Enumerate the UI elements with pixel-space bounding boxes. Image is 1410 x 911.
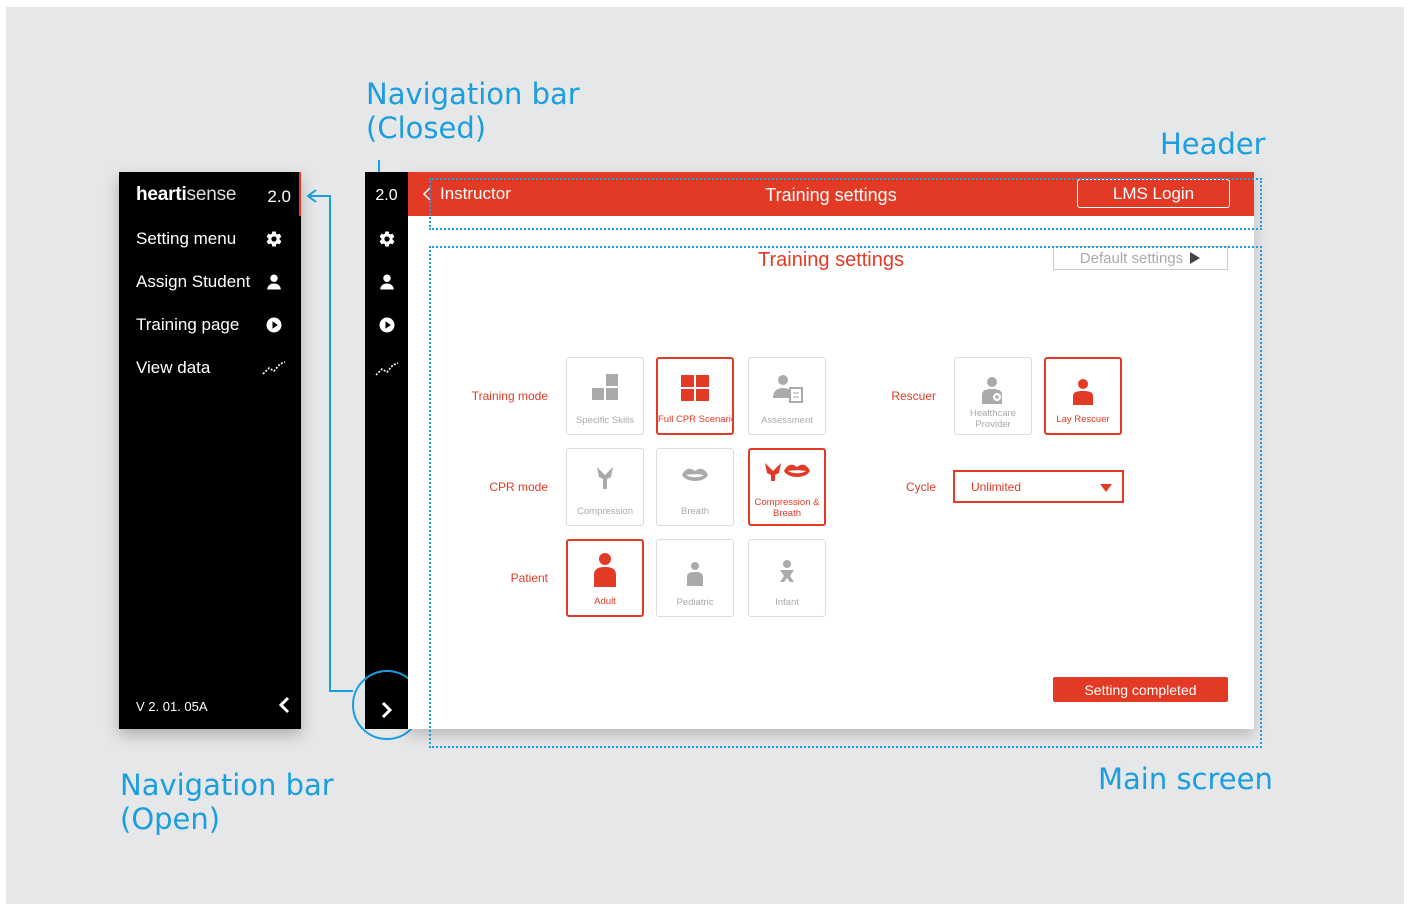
nav-item-assign-student[interactable]: Assign Student [136,262,296,302]
brand-logo-bold: hearti [136,184,187,205]
callout-nav-closed-line2: (Closed) [366,111,487,145]
connector-vertical [329,195,331,692]
brand-logo: heartisense [136,184,236,206]
trend-icon[interactable] [365,361,408,377]
nav-closed-version: 2.0 [375,187,398,204]
nav-bar-closed: 2.0 [365,172,408,729]
nav-item-training-page[interactable]: Training page [136,305,296,345]
user-icon[interactable] [365,273,408,291]
callout-nav-closed-line1: Navigation bar [366,77,580,111]
nav-item-setting-menu[interactable]: Setting menu [136,219,296,259]
callout-header: Header [1160,127,1266,161]
header-annotation-box [429,178,1262,230]
connector-bottom [329,690,353,692]
callout-nav-open-line2: (Open) [120,802,221,836]
nav-item-label: Assign Student [136,272,251,291]
nav-item-label: View data [136,358,211,377]
collapse-chevron-icon[interactable] [277,696,291,717]
arrow-head-icon [306,189,317,203]
nav-footer: V 2. 01. 05A [136,696,291,717]
nav-item-label: Setting menu [136,229,237,248]
active-edge-marker [299,172,301,216]
nav-bar-open: heartisense 2.0 Setting menu Assign Stud… [119,172,301,729]
nav-brand-row: heartisense 2.0 [119,172,301,216]
callout-nav-open-line1: Navigation bar [120,768,334,802]
nav-version-full: V 2. 01. 05A [136,699,208,714]
callout-main-screen: Main screen [1098,762,1273,796]
callout-nav-open: Navigation bar (Open) [120,768,334,836]
nav-version-short: 2.0 [267,187,291,206]
user-icon [262,273,286,291]
play-icon [262,316,286,334]
play-icon[interactable] [365,316,408,334]
gear-icon [262,230,286,248]
nav-item-label: Training page [136,315,240,334]
main-screen-annotation-box [429,246,1262,748]
nav-item-view-data[interactable]: View data [136,348,296,388]
trend-icon [262,360,286,376]
brand-logo-light: sense [186,184,237,205]
callout-nav-closed: Navigation bar (Closed) [366,77,580,145]
gear-icon[interactable] [365,230,408,248]
